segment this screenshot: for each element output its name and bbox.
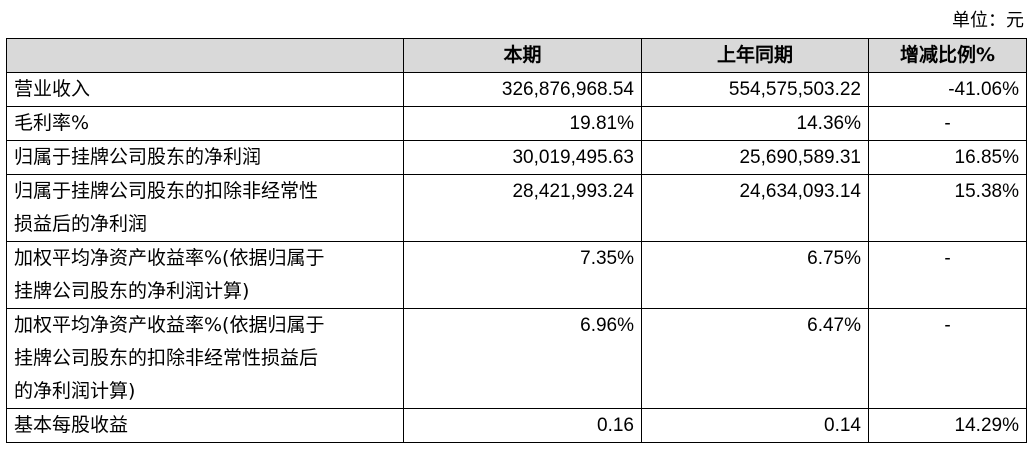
financial-summary-table: 本期 上年同期 增减比例% 营业收入 326,876,968.54 554,57… <box>6 38 1027 443</box>
change-value: 14.29% <box>868 408 1027 443</box>
row-label: 加权平均净资产收益率%(依据归属于 挂牌公司股东的扣除非经常性损益后 的净利润计… <box>6 308 404 409</box>
current-value: 28,421,993.24 <box>403 174 642 242</box>
prior-value: 14.36% <box>641 106 869 141</box>
row-label-text: 加权平均净资产收益率%(依据归属于 挂牌公司股东的净利润计算) <box>14 247 325 302</box>
header-current-period: 本期 <box>403 38 642 73</box>
table-row: 加权平均净资产收益率%(依据归属于 挂牌公司股东的净利润计算) 7.35% 6.… <box>6 241 1027 309</box>
row-label: 营业收入 <box>6 72 404 107</box>
current-value: 0.16 <box>403 408 642 443</box>
row-label-text: 加权平均净资产收益率%(依据归属于 挂牌公司股东的扣除非经常性损益后 的净利润计… <box>14 314 325 402</box>
table-row: 归属于挂牌公司股东的净利润 30,019,495.63 25,690,589.3… <box>6 140 1027 175</box>
row-label-text: 营业收入 <box>14 78 91 100</box>
row-label-text: 归属于挂牌公司股东的净利润 <box>14 146 262 168</box>
change-value: - <box>868 106 1027 141</box>
prior-value: 6.47% <box>641 308 869 409</box>
row-label: 归属于挂牌公司股东的净利润 <box>6 140 404 175</box>
prior-value: 25,690,589.31 <box>641 140 869 175</box>
table-row: 归属于挂牌公司股东的扣除非经常性 损益后的净利润 28,421,993.24 2… <box>6 174 1027 242</box>
change-value: - <box>868 308 1027 409</box>
row-label: 毛利率% <box>6 106 404 141</box>
unit-label: 单位：元 <box>952 10 1024 31</box>
row-label-text: 毛利率% <box>14 112 90 134</box>
row-label: 加权平均净资产收益率%(依据归属于 挂牌公司股东的净利润计算) <box>6 241 404 309</box>
table-row: 毛利率% 19.81% 14.36% - <box>6 106 1027 141</box>
table-row: 加权平均净资产收益率%(依据归属于 挂牌公司股东的扣除非经常性损益后 的净利润计… <box>6 308 1027 409</box>
header-item <box>6 38 404 73</box>
change-value: - <box>868 241 1027 309</box>
change-value: 15.38% <box>868 174 1027 242</box>
current-value: 326,876,968.54 <box>403 72 642 107</box>
row-label-text: 基本每股收益 <box>14 414 129 436</box>
change-value: 16.85% <box>868 140 1027 175</box>
table-header-row: 本期 上年同期 增减比例% <box>6 38 1027 73</box>
row-label: 基本每股收益 <box>6 408 404 443</box>
table-row: 基本每股收益 0.16 0.14 14.29% <box>6 408 1027 443</box>
prior-value: 24,634,093.14 <box>641 174 869 242</box>
change-value: -41.06% <box>868 72 1027 107</box>
prior-value: 0.14 <box>641 408 869 443</box>
header-prior-period: 上年同期 <box>641 38 869 73</box>
current-value: 7.35% <box>403 241 642 309</box>
table-row: 营业收入 326,876,968.54 554,575,503.22 -41.0… <box>6 72 1027 107</box>
prior-value: 554,575,503.22 <box>641 72 869 107</box>
row-label: 归属于挂牌公司股东的扣除非经常性 损益后的净利润 <box>6 174 404 242</box>
header-change-percent: 增减比例% <box>868 38 1027 73</box>
prior-value: 6.75% <box>641 241 869 309</box>
current-value: 30,019,495.63 <box>403 140 642 175</box>
current-value: 6.96% <box>403 308 642 409</box>
row-label-text: 归属于挂牌公司股东的扣除非经常性 损益后的净利润 <box>14 180 319 235</box>
current-value: 19.81% <box>403 106 642 141</box>
